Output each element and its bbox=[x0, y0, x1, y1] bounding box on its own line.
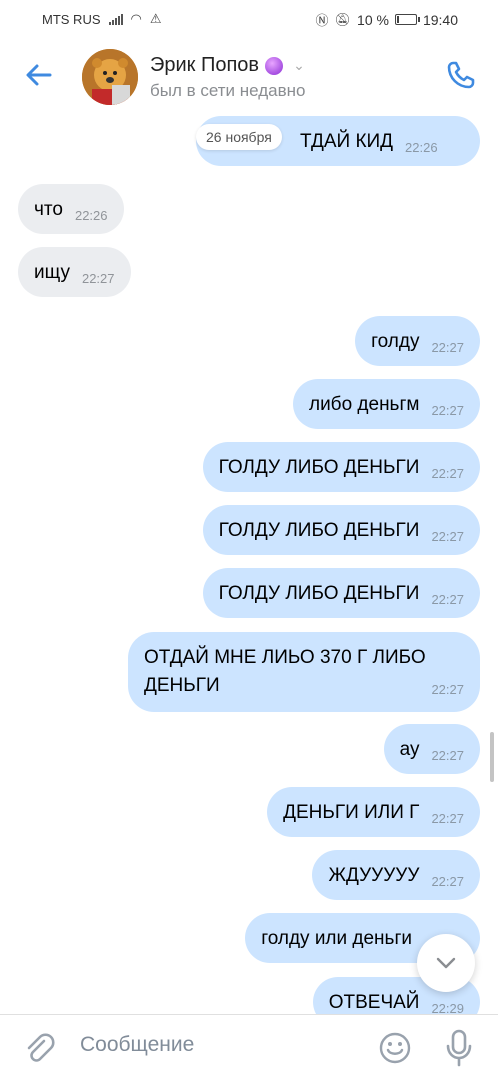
message-input[interactable]: Сообщение bbox=[80, 1033, 194, 1057]
message-text: ГОЛДУ ЛИБО ДЕНЬГИ bbox=[218, 583, 420, 604]
nfc-icon: Ⓝ bbox=[315, 13, 329, 28]
message-text: ОТДАЙ МНЕ ЛИЬО 370 Г ЛИБО ДЕНЬГИ bbox=[144, 647, 426, 696]
crystal-ball-icon bbox=[265, 56, 284, 75]
phone-icon[interactable] bbox=[444, 58, 478, 92]
wifi-icon: ◠ bbox=[130, 11, 142, 26]
battery-percent: 10 % bbox=[357, 11, 389, 28]
message-time: 22:29 bbox=[431, 1001, 464, 1014]
mute-icon: 🔕︎ bbox=[334, 11, 352, 27]
avatar[interactable] bbox=[82, 49, 138, 105]
message-bubble[interactable]: что 22:26 bbox=[18, 184, 124, 234]
message-time: 22:27 bbox=[431, 811, 464, 826]
message-time: 22:27 bbox=[431, 682, 464, 697]
message-time: 22:27 bbox=[431, 592, 464, 607]
message-time: 22:27 bbox=[431, 403, 464, 418]
contact-name[interactable]: Эрик Попов bbox=[150, 54, 259, 77]
message-text: ищу bbox=[34, 262, 70, 283]
message-text: ОТВЕЧАЙ bbox=[328, 992, 420, 1013]
message-bubble[interactable]: ГОЛДУ ЛИБО ДЕНЬГИ 22:27 bbox=[202, 442, 480, 492]
scroll-down-icon bbox=[436, 957, 456, 969]
message-text: что bbox=[34, 199, 63, 220]
message-bubble[interactable]: голду 22:27 bbox=[355, 316, 480, 366]
message-bubble[interactable]: ау 22:27 bbox=[383, 724, 480, 774]
chevron-down-icon[interactable]: ⌄ bbox=[293, 57, 305, 74]
message-bubble[interactable]: ЖДУУУУУ 22:27 bbox=[312, 850, 480, 900]
signal-icon bbox=[108, 13, 123, 25]
scroll-down-button[interactable] bbox=[417, 934, 475, 992]
battery-icon bbox=[394, 14, 420, 25]
message-text: ау bbox=[399, 739, 420, 760]
message-time: 22:26 bbox=[74, 208, 108, 223]
carrier-label: MTS RUS bbox=[42, 11, 101, 27]
message-time: 22:27 bbox=[431, 748, 464, 763]
message-text: ГОЛДУ ЛИБО ДЕНЬГИ bbox=[218, 457, 420, 478]
message-bubble[interactable]: либо деньгм 22:27 bbox=[292, 379, 480, 429]
message-bubble[interactable]: ГОЛДУ ЛИБО ДЕНЬГИ 22:27 bbox=[202, 505, 480, 555]
message-bubble[interactable]: ДЕНЬГИ ИЛИ Г 22:27 bbox=[267, 787, 480, 837]
message-text: голду или деньги bbox=[261, 928, 412, 949]
smile-icon[interactable] bbox=[378, 1031, 412, 1065]
message-bubble[interactable]: ищу 22:27 bbox=[18, 247, 131, 297]
message-text: ГОЛДУ ЛИБО ДЕНЬГИ bbox=[218, 520, 420, 541]
chat-header: Эрик Попов ⌄ был в сети недавно bbox=[0, 36, 498, 116]
message-text: ЖДУУУУУ bbox=[328, 865, 420, 886]
message-bubble[interactable]: ОТДАЙ МНЕ ЛИЬО 370 Г ЛИБО ДЕНЬГИ 22:27 bbox=[128, 632, 480, 712]
message-time: 22:27 bbox=[81, 271, 115, 286]
message-time: 22:27 bbox=[431, 874, 464, 889]
message-bubble[interactable]: ГОЛДУ ЛИБО ДЕНЬГИ 22:27 bbox=[202, 568, 480, 618]
message-time: 22:27 bbox=[431, 340, 464, 355]
alert-icon: ⚠ bbox=[149, 11, 162, 26]
message-time: 22:26 bbox=[405, 140, 438, 155]
message-text: ДЕНЬГИ ИЛИ Г bbox=[283, 802, 420, 823]
clock: 19:40 bbox=[422, 11, 458, 28]
back-arrow-icon[interactable] bbox=[22, 58, 56, 92]
message-time: 22:27 bbox=[431, 529, 464, 544]
microphone-icon[interactable] bbox=[444, 1029, 474, 1067]
message-text: либо деньгм bbox=[308, 394, 420, 415]
paperclip-icon[interactable] bbox=[22, 1031, 56, 1065]
last-seen-status: был в сети недавно bbox=[150, 81, 306, 100]
composer: Сообщение bbox=[0, 1014, 498, 1080]
message-text: голду bbox=[371, 331, 420, 352]
scrollbar[interactable] bbox=[490, 732, 494, 782]
message-time: 22:27 bbox=[431, 466, 464, 481]
message-text: ТДАЙ КИД bbox=[300, 131, 394, 152]
message-list[interactable]: ТДАЙ КИД 22:26 26 ноября что 22:26 ищу 22:2… bbox=[0, 116, 498, 1014]
date-separator: 26 ноября bbox=[196, 124, 282, 150]
status-bar: MTS RUS ◠ ⚠ Ⓝ 🔕︎ 10 % 19:40 bbox=[0, 0, 498, 36]
